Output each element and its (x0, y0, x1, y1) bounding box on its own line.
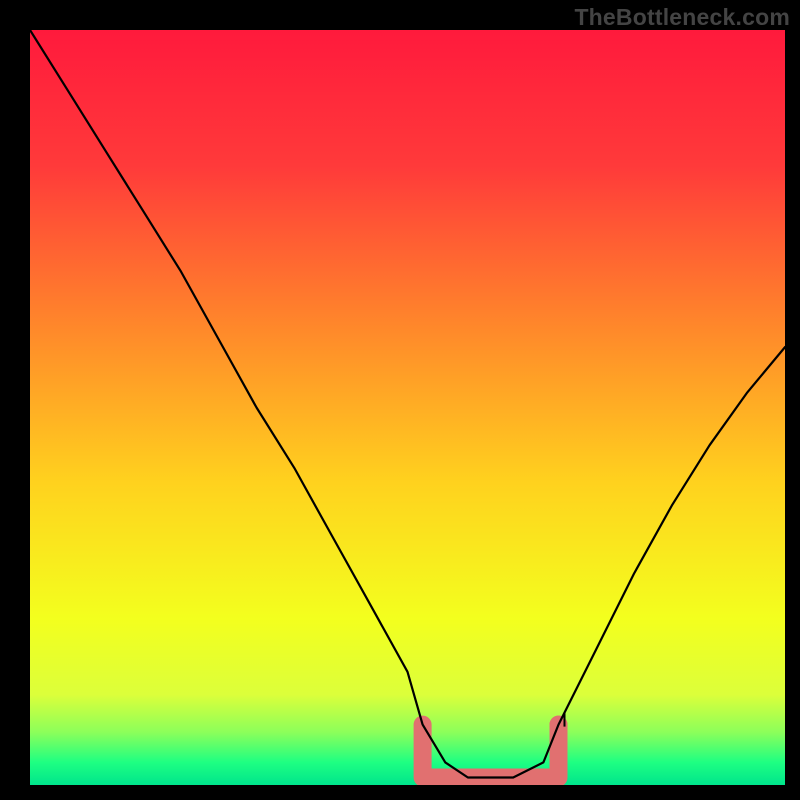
chart-frame: TheBottleneck.com (0, 0, 800, 800)
frame-border-right (785, 0, 800, 800)
watermark-label: TheBottleneck.com (574, 4, 790, 31)
bottleneck-chart (0, 0, 800, 800)
frame-border-bottom (0, 785, 800, 800)
frame-border-left (0, 0, 30, 800)
